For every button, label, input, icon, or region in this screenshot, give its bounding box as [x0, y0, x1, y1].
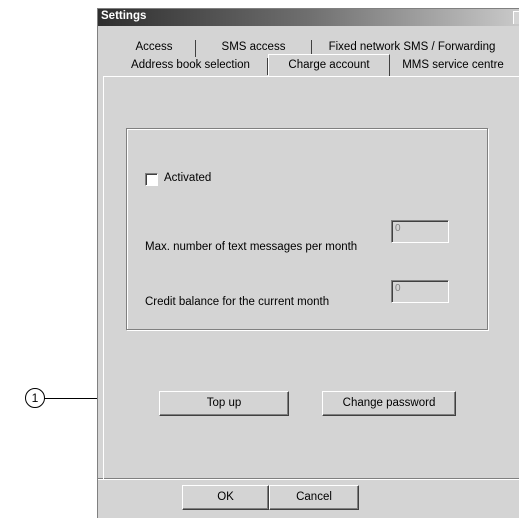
activated-label: Activated [164, 172, 212, 184]
callout-number-1: 1 [25, 388, 45, 408]
credit-balance-field[interactable]: 0 [391, 280, 449, 303]
window-title: Settings [101, 10, 147, 22]
tab-mms-service-centre[interactable]: MMS service centre [390, 58, 516, 75]
title-bar[interactable]: Settings [98, 9, 519, 26]
callout-line [44, 398, 98, 399]
max-messages-label: Max. number of text messages per month [145, 241, 358, 253]
tab-charge-account[interactable]: Charge account [268, 54, 390, 76]
activated-checkbox[interactable] [145, 173, 158, 186]
top-up-button[interactable]: Top up [159, 391, 289, 416]
max-messages-field[interactable]: 0 [391, 220, 449, 243]
cancel-button[interactable]: Cancel [269, 485, 359, 510]
credit-balance-label: Credit balance for the current month [145, 296, 330, 308]
tab-access[interactable]: Access [113, 40, 196, 57]
change-password-button[interactable]: Change password [322, 391, 456, 416]
close-button[interactable] [513, 11, 519, 24]
ok-button[interactable]: OK [182, 485, 269, 510]
tab-address-book-selection[interactable]: Address book selection [114, 58, 268, 75]
settings-dialog: Settings Access SMS access Fixed network… [97, 8, 519, 518]
